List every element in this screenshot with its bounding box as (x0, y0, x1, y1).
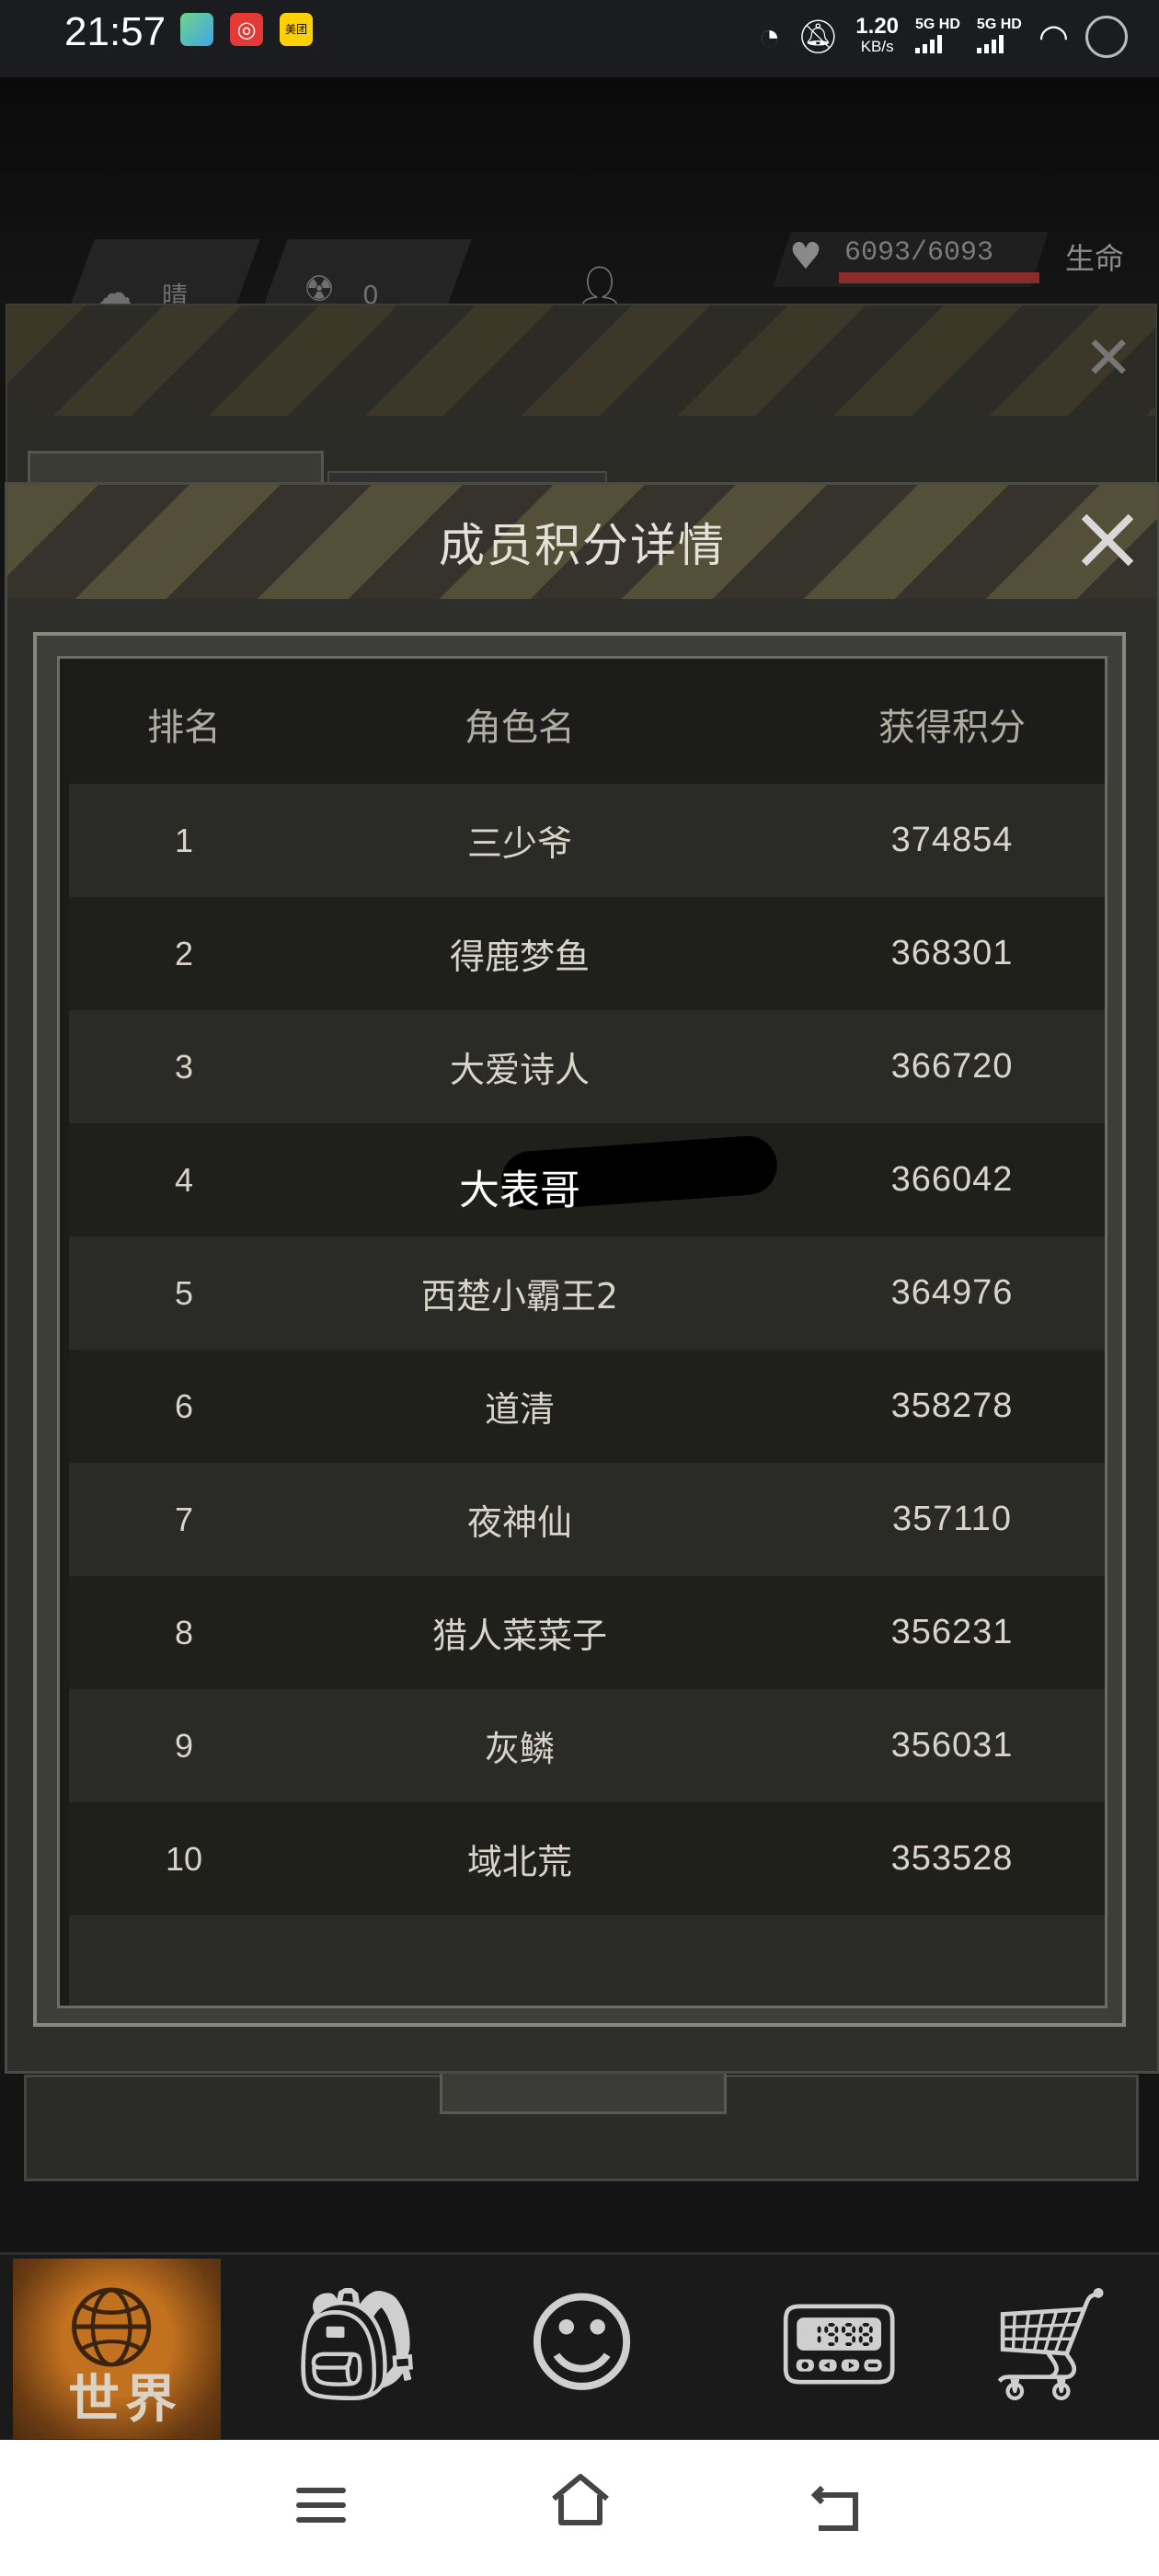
video-app-icon (180, 13, 213, 46)
background-panel-header (7, 305, 1155, 416)
signal-2: 5G HD (976, 16, 1022, 58)
status-indicators: ◔ 🔕︎ 1.20 KB/s 5G HD 5G HD ◠ (758, 9, 1128, 64)
speed-value: 1.20 (855, 14, 900, 39)
name-cell: 道清 (484, 1389, 555, 1430)
table-row[interactable]: 6 道清 358278 (69, 1350, 1105, 1463)
rank-cell: 2 (174, 934, 194, 972)
nav-world[interactable]: 🌐︎ 世界 (13, 2259, 221, 2439)
table-row[interactable]: 9 灰鳞 356031 (69, 1689, 1105, 1802)
table-body: 1 三少爷 374854 2 得鹿梦鱼 368301 3 大爱诗人 366720… (69, 784, 1105, 2006)
hp-value: 6093/6093 (844, 237, 994, 269)
nav-world-label: 世界 (68, 2370, 182, 2430)
home-icon[interactable] (550, 2473, 611, 2528)
table-row[interactable]: 4 大表哥 366042 (69, 1123, 1105, 1236)
rank-cell: 9 (174, 1726, 194, 1765)
heart-rate-icon: ♥ (789, 236, 822, 278)
rank-cell: 5 (174, 1273, 194, 1312)
network-speed: 1.20 KB/s (855, 14, 900, 57)
system-nav-bar (0, 2440, 1159, 2576)
name-cell: 得鹿梦鱼 (449, 937, 590, 977)
score-table[interactable]: 排名 角色名 获得积分 1 三少爷 374854 2 得鹿梦鱼 368301 3… (57, 656, 1107, 2008)
rank-cell: 7 (174, 1500, 194, 1538)
table-row-partial[interactable] (69, 1915, 1105, 2006)
name-cell: 三少爷 (466, 823, 572, 864)
name-cell: 大表哥 (459, 1166, 580, 1213)
score-cell: 358278 (890, 1386, 1014, 1425)
score-cell: 356231 (890, 1613, 1014, 1651)
table-row[interactable]: 1 三少爷 374854 (69, 784, 1105, 897)
name-cell: 域北荒 (466, 1842, 572, 1882)
network-label-1: 5G HD (915, 16, 960, 32)
cart-icon[interactable]: 🛒︎ (981, 2281, 1120, 2409)
rank-cell: 1 (174, 821, 194, 859)
table-row[interactable]: 7 夜神仙 357110 (69, 1463, 1105, 1576)
signal-1: 5G HD (915, 17, 960, 58)
score-cell: 356031 (890, 1726, 1014, 1765)
modal-title: 成员积分详情 (439, 519, 726, 572)
score-cell: 357110 (892, 1500, 1012, 1538)
table-row[interactable]: 8 猎人菜菜子 356231 (69, 1576, 1105, 1689)
hp-bar (839, 272, 1039, 283)
name-cell: 大爱诗人 (449, 1050, 590, 1090)
header-name: 角色名 (465, 707, 575, 749)
rank-cell: 6 (174, 1386, 194, 1425)
table-header: 排名 角色名 获得积分 (69, 664, 1105, 784)
radio-icon[interactable]: 📟︎ (769, 2281, 909, 2409)
background-close-icon[interactable]: ✕ (1084, 329, 1133, 388)
music-app-icon: ◎ (230, 13, 263, 46)
header-score: 获得积分 (878, 707, 1026, 749)
name-cell: 西楚小霸王2 (420, 1276, 619, 1317)
score-cell: 366720 (890, 1047, 1014, 1086)
table-row[interactable]: 10 域北荒 353528 (69, 1802, 1105, 1915)
head-gear-icon[interactable]: ☺ (524, 2281, 639, 2409)
name-cell: 灰鳞 (484, 1729, 555, 1769)
background-lower-button[interactable] (440, 2070, 727, 2114)
table-row[interactable]: 5 西楚小霸王2 364976 (69, 1236, 1105, 1350)
hp-label: 生命 (1065, 241, 1125, 276)
score-table-frame: 排名 角色名 获得积分 1 三少爷 374854 2 得鹿梦鱼 368301 3… (33, 632, 1126, 2027)
member-score-modal: 成员积分详情 排名 角色名 获得积分 1 三少爷 374854 2 得鹿梦鱼 3… (5, 482, 1159, 2074)
rank-cell: 10 (165, 1839, 203, 1878)
score-cell: 366042 (890, 1160, 1014, 1199)
battery-icon (1085, 16, 1128, 58)
header-rank: 排名 (147, 707, 221, 749)
meituan-app-icon: 美团 (280, 13, 313, 46)
signal-bars-icon (976, 33, 1004, 53)
wifi-icon: ◠ (1038, 17, 1069, 57)
network-label-2: 5G HD (976, 16, 1022, 32)
table-row[interactable]: 2 得鹿梦鱼 368301 (69, 897, 1105, 1010)
menu-icon[interactable] (296, 2488, 346, 2532)
score-cell: 353528 (890, 1839, 1014, 1878)
name-cell: 夜神仙 (466, 1502, 572, 1543)
back-icon[interactable] (809, 2480, 865, 2536)
signal-bars-icon (915, 33, 943, 53)
mute-bell-icon: 🔕︎ (797, 17, 840, 55)
name-cell: 猎人菜菜子 (431, 1616, 607, 1656)
status-time: 21:57 (64, 9, 166, 54)
game-nav: 🌐︎ 世界 🎒︎ ☺ 📟︎ 🛒︎ (0, 2252, 1159, 2443)
score-cell: 374854 (890, 821, 1014, 859)
speed-gauge-icon: ◔ (758, 16, 781, 57)
speed-unit: KB/s (860, 38, 894, 55)
score-cell: 364976 (890, 1273, 1014, 1312)
rank-cell: 4 (174, 1160, 194, 1199)
close-icon[interactable] (1078, 511, 1137, 569)
backpack-icon[interactable]: 🎒︎ (287, 2281, 427, 2409)
status-bar: 21:57 ◎ 美团 ◔ 🔕︎ 1.20 KB/s 5G HD 5G HD ◠ (0, 0, 1159, 77)
score-cell: 368301 (890, 934, 1014, 972)
rank-cell: 8 (174, 1613, 194, 1651)
rank-cell: 3 (174, 1047, 194, 1086)
table-row[interactable]: 3 大爱诗人 366720 (69, 1010, 1105, 1123)
